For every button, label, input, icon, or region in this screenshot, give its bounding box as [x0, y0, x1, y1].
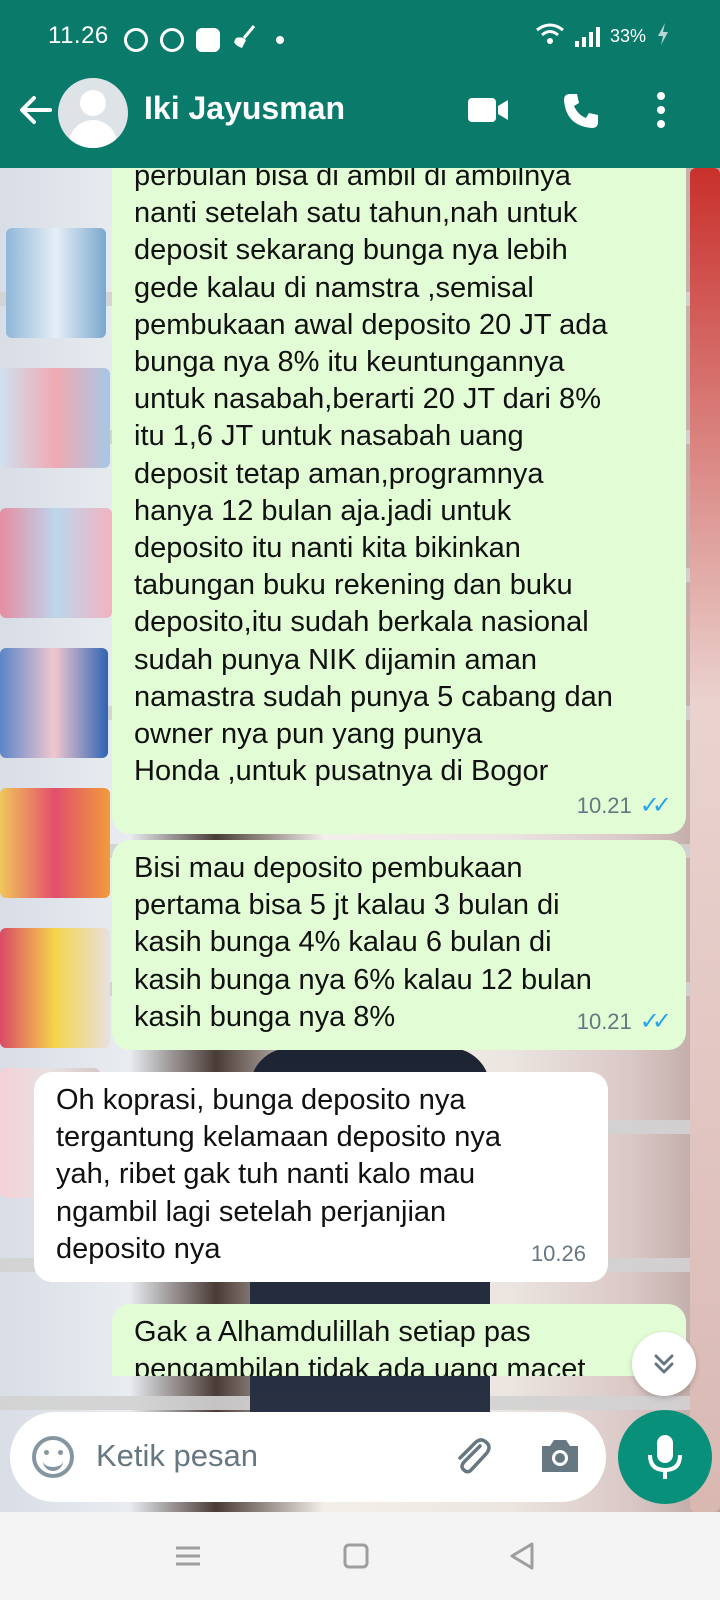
video-camera-icon[interactable] — [466, 92, 510, 128]
battery-charging-icon — [656, 22, 670, 51]
message-text: Oh koprasi, bunga deposito nya tergantun… — [56, 1084, 501, 1265]
message-bubble-outgoing[interactable]: perbulan bisa di ambil di ambilnya nanti… — [112, 144, 686, 834]
app-square-icon — [196, 27, 220, 52]
message-time: 10.21 — [576, 792, 632, 818]
message-text: Gak a Alhamdulillah setiap pas pengambil… — [134, 1316, 586, 1376]
battery-text: 33% — [609, 26, 646, 46]
avatar[interactable] — [58, 78, 128, 148]
more-notifications-dot — [276, 35, 284, 44]
double-chevron-down-icon[interactable] — [632, 1332, 696, 1396]
paperclip-icon[interactable] — [450, 1434, 494, 1478]
notification-icons — [124, 24, 284, 55]
emoji-icon[interactable] — [32, 1436, 74, 1478]
message-bubble-outgoing[interactable]: Bisi mau deposito pembukaan pertama bisa… — [112, 840, 686, 1050]
message-time: 10.21 — [576, 1008, 632, 1034]
message-meta: 10.21 ✓✓ — [576, 1003, 672, 1040]
facebook-icon — [160, 27, 184, 52]
message-input[interactable]: Ketik pesan — [96, 1438, 258, 1474]
home-icon[interactable] — [340, 1540, 372, 1572]
message-meta: 10.21 ✓✓ — [576, 787, 672, 824]
recent-apps-icon[interactable] — [172, 1540, 204, 1572]
more-vert-icon[interactable] — [646, 92, 676, 128]
wifi-icon — [535, 23, 565, 50]
status-bar: 11.26 33% — [0, 0, 720, 72]
status-time: 11.26 — [48, 22, 109, 49]
system-status: 33% — [535, 22, 670, 51]
app-bar: 11.26 33% Iki Jayusman — [0, 0, 720, 168]
signal-icon — [574, 26, 600, 47]
message-time: 10.26 — [530, 1240, 586, 1266]
phone-icon[interactable] — [562, 92, 606, 128]
notification-app-icon — [124, 27, 148, 52]
contact-name[interactable]: Iki Jayusman — [144, 90, 345, 127]
message-bubble-outgoing[interactable]: Gak a Alhamdulillah setiap pas pengambil… — [112, 1304, 686, 1376]
arrow-left-icon[interactable] — [16, 90, 56, 130]
message-meta: 10.26 — [531, 1235, 586, 1272]
system-navigation-bar — [0, 1512, 720, 1600]
read-ticks-icon: ✓✓ — [639, 1007, 672, 1035]
broom-icon — [232, 24, 258, 55]
back-nav-icon[interactable] — [506, 1540, 538, 1572]
camera-icon[interactable] — [538, 1434, 582, 1478]
mic-icon[interactable] — [618, 1410, 712, 1504]
message-text: perbulan bisa di ambil di ambilnya nanti… — [134, 160, 613, 788]
message-bubble-incoming[interactable]: Oh koprasi, bunga deposito nya tergantun… — [34, 1072, 608, 1282]
read-ticks-icon: ✓✓ — [639, 791, 672, 819]
message-composer[interactable]: Ketik pesan — [10, 1412, 606, 1502]
